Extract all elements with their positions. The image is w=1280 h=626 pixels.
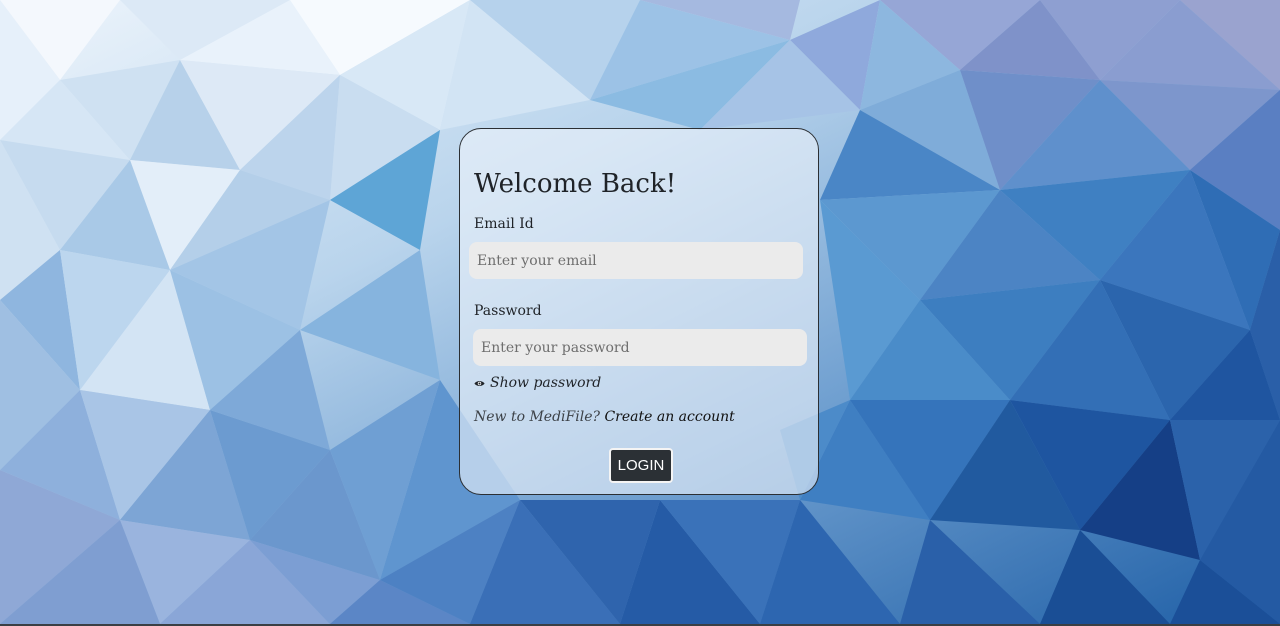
signup-prompt-text: New to MediFile? — [474, 409, 600, 425]
eye-icon — [474, 380, 485, 386]
login-title: Welcome Back! — [474, 169, 677, 199]
login-card: Welcome Back! Email Id Password Show pas… — [459, 128, 819, 495]
password-input[interactable] — [473, 329, 807, 366]
password-label: Password — [474, 303, 542, 319]
email-label: Email Id — [474, 216, 534, 232]
show-password-label: Show password — [490, 375, 602, 391]
show-password-toggle[interactable]: Show password — [474, 375, 601, 391]
create-account-link[interactable]: Create an account — [604, 409, 734, 425]
login-button[interactable]: LOGIN — [609, 448, 673, 483]
signup-prompt: New to MediFile? Create an account — [474, 409, 735, 425]
email-input[interactable] — [469, 242, 803, 279]
